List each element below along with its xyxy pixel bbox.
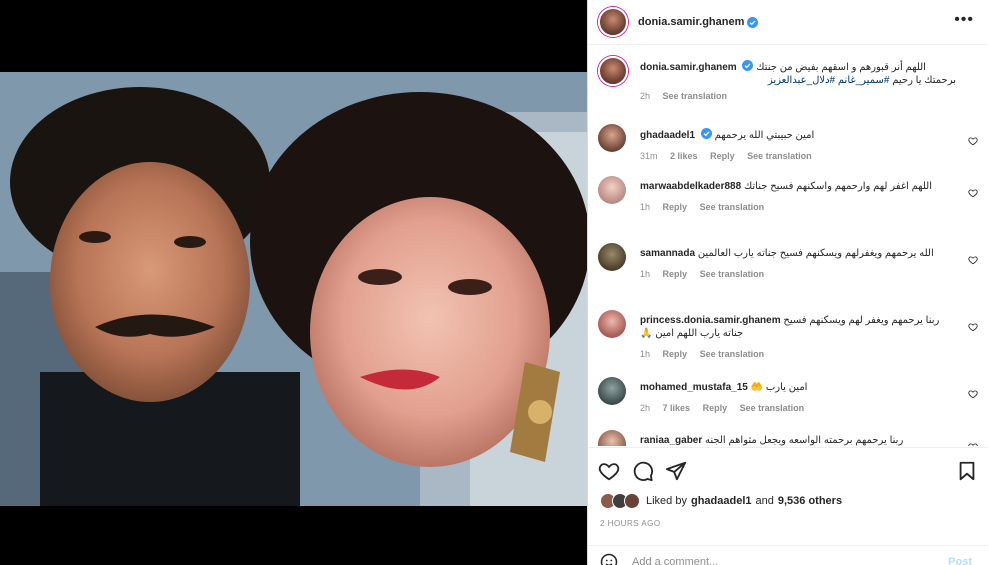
- reply-button[interactable]: Reply: [663, 349, 688, 359]
- commenter-avatar[interactable]: [598, 176, 626, 204]
- paper-plane-icon[interactable]: [665, 460, 687, 482]
- heart-icon[interactable]: [968, 255, 978, 265]
- commenter-username[interactable]: raniaa_gaber: [640, 435, 702, 446]
- owner-username[interactable]: donia.samir.ghanem: [638, 16, 744, 28]
- comment-icon[interactable]: [632, 460, 654, 482]
- liked-by-others[interactable]: 9,536 others: [778, 495, 842, 507]
- comment-time: 1h: [640, 349, 651, 359]
- caption-text-line2: برحمتك يا رحيم #سمير_غانم #دلال_عبدالعزي…: [640, 74, 956, 87]
- commenter-username[interactable]: mohamed_mustafa_15: [640, 382, 748, 393]
- commenter-username[interactable]: ghadaadel1: [640, 130, 695, 141]
- reply-button[interactable]: Reply: [710, 151, 735, 161]
- heart-icon[interactable]: [968, 136, 978, 146]
- comment-text: الله يرحمهم ويغفرلهم ويسكنهم فسيح جناته …: [697, 248, 934, 259]
- caption-avatar[interactable]: [598, 56, 628, 86]
- caption-see-translation[interactable]: See translation: [663, 91, 728, 101]
- heart-icon[interactable]: [968, 322, 978, 332]
- add-comment-bar: Add a comment... Post: [588, 545, 988, 565]
- likes-summary: Liked by ghadaadel1 and 9,536 others: [600, 492, 842, 510]
- liked-by-user[interactable]: ghadaadel1: [691, 495, 752, 507]
- comment-text: اللهم اغفر لهم وارحمهم واسكنهم فسيح جنات…: [743, 181, 933, 192]
- more-horizontal-icon[interactable]: •••: [954, 12, 974, 28]
- photo-illustration: [0, 72, 587, 506]
- caption-hashtag-1[interactable]: #سمير_غانم: [838, 75, 890, 86]
- comment-time: 1h: [640, 202, 651, 212]
- see-translation-button[interactable]: See translation: [700, 269, 765, 279]
- see-translation-button[interactable]: See translation: [740, 403, 805, 413]
- reply-button[interactable]: Reply: [703, 403, 728, 413]
- liked-by-prefix: Liked by: [646, 495, 687, 507]
- post-actions: Liked by ghadaadel1 and 9,536 others 2 H…: [588, 447, 988, 547]
- caption-plain-text: برحمتك يا رحيم: [892, 75, 956, 86]
- see-translation-button[interactable]: See translation: [747, 151, 812, 161]
- emoji-icon[interactable]: [600, 553, 618, 565]
- bookmark-icon[interactable]: [956, 460, 978, 482]
- liker-avatar: [624, 493, 640, 509]
- owner-avatar[interactable]: [598, 7, 628, 37]
- comment-text: ربنا يرحمهم برحمته الواسعه ويجعل مثواهم …: [705, 435, 904, 446]
- caption-hashtag-2[interactable]: #دلال_عبدالعزيز: [768, 75, 835, 86]
- post-header: donia.samir.ghanem •••: [588, 0, 988, 45]
- post-time-ago: 2 HOURS AGO: [600, 519, 661, 528]
- verified-badge-icon: [700, 128, 712, 139]
- comment-likes[interactable]: 7 likes: [663, 403, 691, 413]
- post-media[interactable]: [0, 0, 587, 565]
- commenter-avatar[interactable]: [598, 243, 626, 271]
- commenter-username[interactable]: samannada: [640, 248, 695, 259]
- commenter-avatar[interactable]: [598, 124, 626, 152]
- heart-icon[interactable]: [598, 460, 620, 482]
- caption-username[interactable]: donia.samir.ghanem: [640, 62, 737, 73]
- liker-avatars: [600, 492, 644, 510]
- post-side-panel: donia.samir.ghanem ••• donia.samir.ghane…: [587, 0, 989, 565]
- reply-button[interactable]: Reply: [663, 269, 688, 279]
- commenter-avatar[interactable]: [598, 430, 626, 446]
- comment-text: امين يارب 🤲: [750, 382, 808, 393]
- commenter-avatar[interactable]: [598, 377, 626, 405]
- heart-icon[interactable]: [968, 389, 978, 399]
- comment-likes[interactable]: 2 likes: [670, 151, 698, 161]
- heart-icon[interactable]: [968, 442, 978, 446]
- see-translation-button[interactable]: See translation: [700, 349, 765, 359]
- heart-icon[interactable]: [968, 188, 978, 198]
- post-comment-button[interactable]: Post: [948, 556, 972, 565]
- caption-text-line1: اللهم أنر قبورهم و اسقهم بفيض من جنتك: [756, 62, 926, 73]
- see-translation-button[interactable]: See translation: [700, 202, 765, 212]
- comment-text: امين حبيبتي الله يرحمهم: [714, 130, 815, 141]
- comment-time: 31m: [640, 151, 658, 161]
- liked-by-and: and: [755, 495, 774, 507]
- verified-badge-icon: [742, 60, 754, 71]
- commenter-username[interactable]: marwaabdelkader888: [640, 181, 741, 192]
- caption-time: 2h: [640, 91, 651, 101]
- post-photo[interactable]: [0, 72, 587, 506]
- commenter-avatar[interactable]: [598, 310, 626, 338]
- commenter-username[interactable]: princess.donia.samir.ghanem: [640, 315, 781, 326]
- comments-list[interactable]: donia.samir.ghanem اللهم أنر قبورهم و اس…: [588, 46, 988, 446]
- reply-button[interactable]: Reply: [663, 202, 688, 212]
- comment-time: 1h: [640, 269, 651, 279]
- add-comment-input[interactable]: Add a comment...: [632, 556, 718, 565]
- verified-badge-icon: [747, 16, 759, 28]
- comment-time: 2h: [640, 403, 651, 413]
